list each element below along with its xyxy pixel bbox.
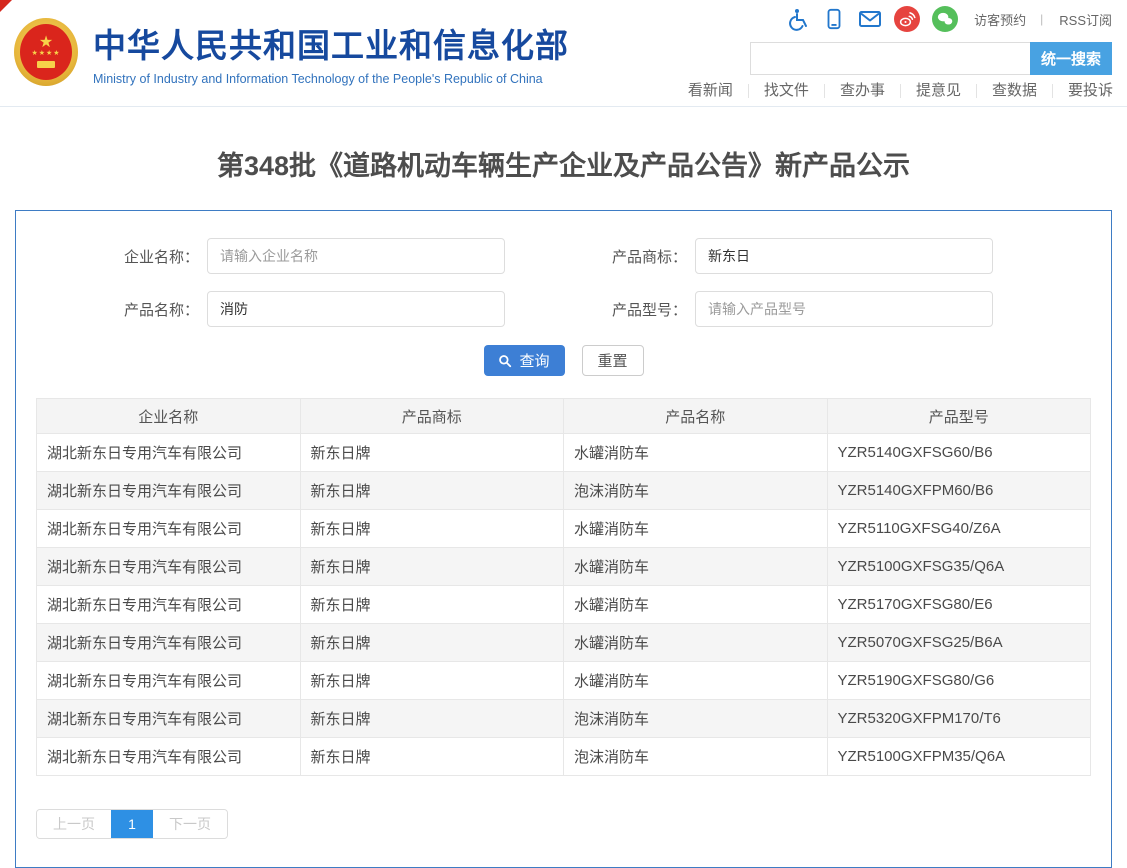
content-panel: 企业名称： 产品商标： 产品名称： 产品型号： <box>15 210 1112 868</box>
company-name-label: 企业名称： <box>104 246 199 267</box>
table-row: 湖北新东日专用汽车有限公司 新东日牌 水罐消防车 YZR5140GXFSG60/… <box>37 434 1091 472</box>
brand-cell: 新东日牌 <box>300 510 564 548</box>
rss-link[interactable]: RSS订阅 <box>1059 10 1112 29</box>
main-content: 第348批《道路机动车辆生产企业及产品公告》新产品公示 企业名称： 产品商标： … <box>0 144 1127 868</box>
brand-cell: 新东日牌 <box>300 738 564 776</box>
table-row: 湖北新东日专用汽车有限公司 新东日牌 水罐消防车 YZR5190GXFSG80/… <box>37 662 1091 700</box>
pagination-prev[interactable]: 上一页 <box>37 810 111 838</box>
product-name-input[interactable] <box>207 291 505 327</box>
company-name-input[interactable] <box>207 238 505 274</box>
nav-suggestions[interactable]: 提意见 <box>901 84 977 98</box>
product-cell: 水罐消防车 <box>564 624 828 662</box>
table-row: 湖北新东日专用汽车有限公司 新东日牌 泡沫消防车 YZR5140GXFPM60/… <box>37 472 1091 510</box>
site-header: ★ ★★★★ 中华人民共和国工业和信息化部 Ministry of Indust… <box>0 0 1127 107</box>
product-name-label: 产品名称： <box>104 299 199 320</box>
table-row: 湖北新东日专用汽车有限公司 新东日牌 泡沫消防车 YZR5100GXFPM35/… <box>37 738 1091 776</box>
model-cell: YZR5190GXFSG80/G6 <box>827 662 1091 700</box>
brand-cell: 新东日牌 <box>300 548 564 586</box>
model-cell: YZR5070GXFSG25/B6A <box>827 624 1091 662</box>
query-button-label: 查询 <box>519 350 549 371</box>
nav-news[interactable]: 看新闻 <box>673 84 749 98</box>
reset-button[interactable]: 重置 <box>582 345 644 376</box>
search-form: 企业名称： 产品商标： 产品名称： 产品型号： <box>36 238 1091 376</box>
table-row: 湖北新东日专用汽车有限公司 新东日牌 水罐消防车 YZR5100GXFSG35/… <box>37 548 1091 586</box>
nav-data[interactable]: 查数据 <box>977 84 1053 98</box>
model-cell: YZR5170GXFSG80/E6 <box>827 586 1091 624</box>
product-model-input[interactable] <box>695 291 993 327</box>
quick-link-separator: | <box>1040 12 1043 26</box>
product-cell: 泡沫消防车 <box>564 700 828 738</box>
mobile-icon[interactable] <box>822 7 846 31</box>
col-header-company: 企业名称 <box>37 399 301 434</box>
nav-services[interactable]: 查办事 <box>825 84 901 98</box>
query-button[interactable]: 查询 <box>484 345 565 376</box>
pagination-page-1[interactable]: 1 <box>111 810 153 838</box>
unified-search-input[interactable] <box>750 42 1030 75</box>
pagination: 上一页 1 下一页 <box>36 809 228 839</box>
product-brand-label: 产品商标： <box>592 246 687 267</box>
unified-search-button[interactable]: 统一搜索 <box>1030 42 1112 75</box>
product-brand-input[interactable] <box>695 238 993 274</box>
model-cell: YZR5100GXFPM35/Q6A <box>827 738 1091 776</box>
brand-cell: 新东日牌 <box>300 434 564 472</box>
product-cell: 水罐消防车 <box>564 662 828 700</box>
national-emblem-logo: ★ ★★★★ <box>14 18 78 86</box>
product-cell: 泡沫消防车 <box>564 472 828 510</box>
model-cell: YZR5140GXFPM60/B6 <box>827 472 1091 510</box>
company-cell: 湖北新东日专用汽车有限公司 <box>37 662 301 700</box>
brand-cell: 新东日牌 <box>300 662 564 700</box>
col-header-product: 产品名称 <box>564 399 828 434</box>
table-row: 湖北新东日专用汽车有限公司 新东日牌 水罐消防车 YZR5070GXFSG25/… <box>37 624 1091 662</box>
product-model-label: 产品型号： <box>592 299 687 320</box>
pagination-next[interactable]: 下一页 <box>153 810 227 838</box>
page-title: 第348批《道路机动车辆生产企业及产品公告》新产品公示 <box>0 144 1127 183</box>
header-icon-links: 访客预约 | RSS订阅 <box>774 6 1112 32</box>
top-nav: 看新闻 找文件 查办事 提意见 查数据 要投诉 <box>673 84 1115 98</box>
wechat-icon[interactable] <box>932 6 958 32</box>
product-cell: 泡沫消防车 <box>564 738 828 776</box>
brand-cell: 新东日牌 <box>300 700 564 738</box>
product-cell: 水罐消防车 <box>564 586 828 624</box>
col-header-brand: 产品商标 <box>300 399 564 434</box>
product-cell: 水罐消防车 <box>564 548 828 586</box>
table-row: 湖北新东日专用汽车有限公司 新东日牌 泡沫消防车 YZR5320GXFPM170… <box>37 700 1091 738</box>
table-row: 湖北新东日专用汽车有限公司 新东日牌 水罐消防车 YZR5170GXFSG80/… <box>37 586 1091 624</box>
table-row: 湖北新东日专用汽车有限公司 新东日牌 水罐消防车 YZR5110GXFSG40/… <box>37 510 1091 548</box>
table-header-row: 企业名称 产品商标 产品名称 产品型号 <box>37 399 1091 434</box>
brand-cell: 新东日牌 <box>300 472 564 510</box>
company-cell: 湖北新东日专用汽车有限公司 <box>37 624 301 662</box>
accessibility-icon[interactable] <box>786 7 810 31</box>
company-cell: 湖北新东日专用汽车有限公司 <box>37 700 301 738</box>
model-cell: YZR5320GXFPM170/T6 <box>827 700 1091 738</box>
company-cell: 湖北新东日专用汽车有限公司 <box>37 472 301 510</box>
col-header-model: 产品型号 <box>827 399 1091 434</box>
weibo-icon[interactable] <box>894 6 920 32</box>
model-cell: YZR5140GXFSG60/B6 <box>827 434 1091 472</box>
visitor-appointment-link[interactable]: 访客预约 <box>974 10 1026 29</box>
logo-area: ★ ★★★★ 中华人民共和国工业和信息化部 Ministry of Indust… <box>14 18 569 86</box>
search-icon <box>498 354 512 368</box>
product-cell: 水罐消防车 <box>564 434 828 472</box>
results-table: 企业名称 产品商标 产品名称 产品型号 湖北新东日专用汽车有限公司 新东日牌 水… <box>36 398 1091 776</box>
company-cell: 湖北新东日专用汽车有限公司 <box>37 586 301 624</box>
product-cell: 水罐消防车 <box>564 510 828 548</box>
unified-search: 统一搜索 <box>750 42 1112 75</box>
mail-icon[interactable] <box>858 7 882 31</box>
brand-cell: 新东日牌 <box>300 586 564 624</box>
model-cell: YZR5100GXFSG35/Q6A <box>827 548 1091 586</box>
company-cell: 湖北新东日专用汽车有限公司 <box>37 738 301 776</box>
site-title: 中华人民共和国工业和信息化部 <box>93 19 569 67</box>
company-cell: 湖北新东日专用汽车有限公司 <box>37 434 301 472</box>
company-cell: 湖北新东日专用汽车有限公司 <box>37 510 301 548</box>
site-subtitle: Ministry of Industry and Information Tec… <box>93 72 569 86</box>
corner-ribbon <box>0 0 12 12</box>
company-cell: 湖北新东日专用汽车有限公司 <box>37 548 301 586</box>
nav-complaints[interactable]: 要投诉 <box>1053 84 1115 98</box>
model-cell: YZR5110GXFSG40/Z6A <box>827 510 1091 548</box>
nav-documents[interactable]: 找文件 <box>749 84 825 98</box>
brand-cell: 新东日牌 <box>300 624 564 662</box>
